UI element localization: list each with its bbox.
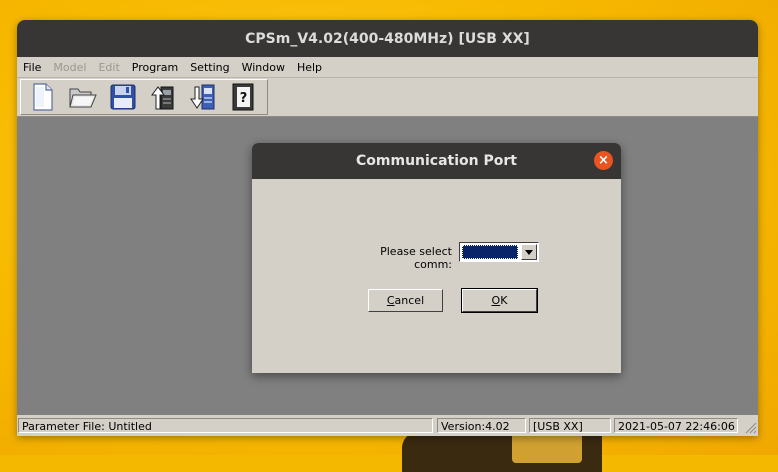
help-book-icon: ? — [232, 83, 254, 111]
dialog-title: Communication Port — [356, 153, 517, 169]
close-button[interactable]: × — [594, 151, 613, 170]
write-to-radio-icon — [190, 84, 215, 110]
menu-window[interactable]: Window — [236, 61, 291, 74]
menu-program[interactable]: Program — [126, 61, 184, 74]
comm-select[interactable] — [459, 242, 539, 262]
status-connection: [USB XX] — [529, 418, 611, 433]
close-icon: × — [598, 153, 609, 168]
toolbar: ? — [17, 78, 758, 117]
open-folder-icon — [69, 88, 97, 108]
menu-bar: File Model Edit Program Setting Window H… — [17, 57, 758, 78]
dialog-title-bar[interactable]: Communication Port — [252, 143, 621, 179]
status-parameter-file: Parameter File: Untitled — [18, 418, 433, 433]
open-folder-button[interactable] — [69, 82, 97, 112]
communication-port-dialog: Communication Port × Please select comm:… — [252, 143, 621, 373]
menu-edit: Edit — [98, 60, 120, 74]
help-button[interactable]: ? — [229, 82, 257, 112]
resize-grip-icon — [745, 422, 757, 434]
read-from-radio-icon — [151, 86, 174, 110]
status-bar: Parameter File: Untitled Version:4.02 [U… — [17, 416, 758, 436]
window-title: CPSm_V4.02(400-480MHz) [USB XX] — [245, 30, 530, 47]
save-disk-icon — [110, 84, 136, 110]
menu-file[interactable]: File — [17, 61, 47, 74]
menu-help[interactable]: Help — [291, 61, 328, 74]
cancel-button-label: Cancel — [386, 294, 425, 307]
comm-select-value — [462, 245, 518, 259]
dropdown-button[interactable] — [521, 244, 537, 260]
new-file-button[interactable] — [29, 82, 57, 112]
toolbar-group: ? — [20, 79, 268, 115]
save-button[interactable] — [109, 82, 137, 112]
svg-text:?: ? — [240, 91, 248, 106]
read-from-radio-button[interactable] — [149, 82, 177, 112]
new-file-icon — [33, 83, 53, 111]
menu-model: Model — [53, 60, 87, 74]
menu-setting[interactable]: Setting — [184, 61, 235, 74]
title-bar[interactable]: CPSm_V4.02(400-480MHz) [USB XX] — [17, 20, 758, 57]
desktop-object-label — [512, 433, 582, 463]
status-version: Version:4.02 — [437, 418, 526, 433]
write-to-radio-button[interactable] — [189, 82, 217, 112]
resize-grip[interactable] — [743, 420, 757, 434]
cancel-button[interactable]: Cancel — [368, 289, 443, 312]
chevron-down-icon — [525, 249, 533, 255]
ok-button[interactable]: OK — [461, 288, 538, 313]
status-datetime: 2021-05-07 22:46:06 — [614, 418, 738, 433]
ok-button-label: OK — [491, 294, 508, 307]
comm-label: Please select comm: — [380, 245, 452, 271]
